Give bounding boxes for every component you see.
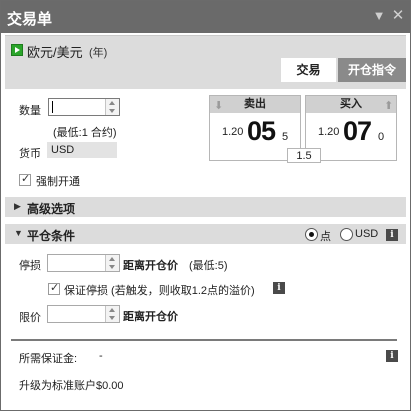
upgrade-account-text[interactable]: 升级为标准账户$0.00 — [19, 377, 124, 393]
buy-price-fraction: 0 — [378, 131, 385, 143]
currency-label: 货币 — [19, 148, 41, 160]
info-icon[interactable]: i — [386, 350, 398, 362]
stop-loss-distance-label: 距离开仓价 — [123, 260, 178, 272]
chevron-down-icon: ▼ — [14, 228, 23, 238]
unit-radio-points[interactable] — [305, 228, 318, 241]
guaranteed-stop-label: 保证停损 (若触发，则收取1.2点的溢价) — [64, 285, 255, 297]
arrow-down-icon: ⬇ — [214, 100, 224, 112]
stepper-down-icon[interactable] — [109, 265, 115, 269]
checkmark-icon: ✓ — [50, 282, 60, 294]
sell-price-fraction: 5 — [282, 131, 289, 143]
text-caret — [52, 101, 53, 113]
stepper-down-icon[interactable] — [109, 316, 115, 320]
tab-open-order[interactable]: 开仓指令 — [338, 58, 406, 82]
required-margin-value: - — [99, 350, 103, 362]
stepper-up-icon[interactable] — [109, 101, 115, 105]
force-open-label: 强制开通 — [36, 176, 80, 188]
sell-header: 卖出 — [210, 96, 300, 113]
checkmark-icon: ✓ — [21, 173, 31, 185]
close-icon[interactable]: ✕ — [390, 8, 406, 24]
stop-loss-min-hint: (最低:5) — [189, 260, 228, 272]
unit-points-label: 点 — [320, 231, 331, 243]
quantity-input[interactable] — [48, 98, 120, 116]
sell-price-pips: 05 — [247, 116, 276, 146]
buy-label: 买入 — [340, 98, 362, 110]
info-icon[interactable]: i — [273, 282, 285, 294]
window-title: 交易单 — [7, 11, 53, 28]
spread-value: 1.5 — [287, 148, 321, 163]
limit-label: 限价 — [19, 312, 41, 324]
info-icon[interactable]: i — [386, 229, 398, 241]
advanced-options-section[interactable]: ▶ 高级选项 — [5, 197, 406, 217]
unit-usd-label: USD — [355, 228, 379, 240]
trade-ticket-window: 交易单 ▼ ✕ 欧元/美元 (年) 交易 开仓指令 数量 (最低:1 合约) 货… — [0, 0, 411, 411]
buy-header: 买入 — [306, 96, 396, 113]
chevron-right-icon: ▶ — [14, 201, 21, 211]
guaranteed-stop-checkbox[interactable]: ✓ — [48, 282, 60, 295]
force-open-checkbox[interactable]: ✓ — [19, 173, 31, 186]
quantity-label: 数量 — [19, 105, 41, 117]
symbol-name: 欧元/美元 — [27, 45, 83, 60]
symbol-bar: 欧元/美元 (年) 交易 开仓指令 — [5, 35, 406, 89]
minimize-icon[interactable]: ▼ — [371, 8, 387, 24]
buy-price-prefix: 1.20 — [318, 126, 340, 138]
sell-label: 卖出 — [244, 98, 266, 110]
advanced-options-title: 高级选项 — [27, 202, 76, 216]
stepper-down-icon[interactable] — [109, 109, 115, 113]
title-bar[interactable]: 交易单 ▼ ✕ — [1, 1, 410, 33]
limit-input[interactable] — [47, 305, 120, 323]
close-conditions-title: 平仓条件 — [27, 229, 76, 243]
tab-trade[interactable]: 交易 — [281, 58, 336, 82]
play-icon[interactable] — [11, 44, 23, 56]
limit-distance-label: 距离开仓价 — [123, 311, 178, 323]
currency-value: USD — [47, 142, 117, 158]
stepper-up-icon[interactable] — [109, 308, 115, 312]
required-margin-label: 所需保证金: — [19, 353, 78, 365]
stop-loss-label: 停损 — [19, 260, 41, 272]
sell-price-prefix: 1.20 — [222, 126, 244, 138]
stepper-up-icon[interactable] — [109, 257, 115, 261]
divider — [11, 339, 397, 341]
quantity-min-hint: (最低:1 合约) — [53, 127, 117, 139]
quantity-stepper[interactable] — [105, 99, 119, 115]
stop-loss-stepper[interactable] — [105, 255, 119, 271]
buy-price-pips: 07 — [343, 116, 372, 146]
limit-stepper[interactable] — [105, 306, 119, 322]
stop-loss-input[interactable] — [47, 254, 120, 272]
symbol-tag: (年) — [89, 47, 108, 59]
unit-radio-usd[interactable] — [340, 228, 353, 241]
arrow-up-icon: ⬆ — [384, 100, 394, 112]
